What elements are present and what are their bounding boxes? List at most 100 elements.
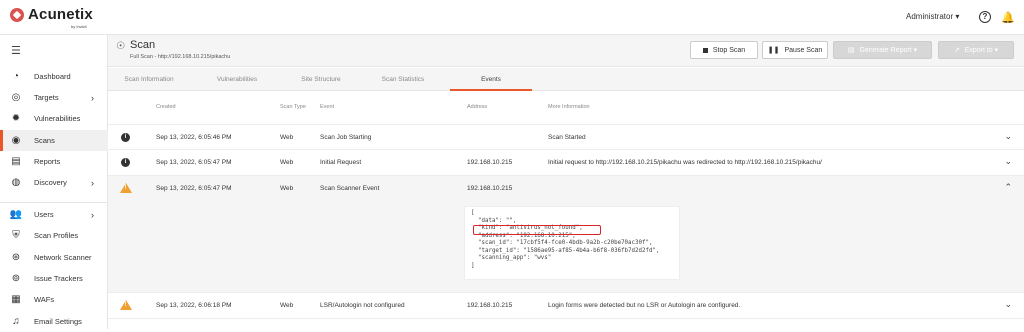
highlight-box: [473, 225, 601, 235]
chevron-down-icon[interactable]: ⌄: [1004, 131, 1012, 142]
tab-scan-statistics[interactable]: Scan Statistics: [362, 68, 444, 91]
logo-subtitle: by Invicti: [71, 24, 87, 29]
sidebar: ☰ ◔ Dashboard ◎ Targets › ✹ Vulnerabilit…: [0, 35, 108, 329]
sidebar-item-users[interactable]: 👥 Users ›: [0, 204, 108, 225]
pause-icon: ❚❚: [767, 47, 780, 54]
created-cell: Sep 13, 2022, 6:05:47 PM: [156, 159, 232, 166]
hamburger-menu-icon[interactable]: ☰: [11, 44, 21, 57]
sidebar-divider: [0, 202, 108, 203]
help-icon[interactable]: ?: [979, 11, 991, 23]
created-cell: Sep 13, 2022, 6:05:46 PM: [156, 134, 232, 141]
sidebar-item-label: Discovery: [34, 178, 67, 187]
event-details-json: [ "data": "", "kind": "antivirus_not_fou…: [464, 206, 680, 280]
chevron-down-icon[interactable]: ⌄: [1004, 299, 1012, 310]
table-row-expanded[interactable]: Sep 13, 2022, 6:05:47 PM Web Scan Scanne…: [108, 175, 1024, 292]
sidebar-item-scans[interactable]: ◉ Scans: [0, 130, 108, 151]
json-line: "scanning_app": "wvs": [471, 255, 552, 261]
events-table: Created Scan Type Event Address More Inf…: [108, 92, 1024, 329]
table-row: [108, 318, 1024, 329]
sidebar-item-label: WAFs: [34, 295, 55, 304]
warning-icon: [120, 183, 132, 193]
export-to-button[interactable]: ↗ Export to ▾: [938, 41, 1014, 59]
page-title: Scan: [130, 39, 156, 51]
sidebar-item-wafs[interactable]: ▦ WAFs: [0, 289, 108, 310]
column-header: Created: [156, 104, 176, 110]
sidebar-item-label: Scan Profiles: [34, 231, 79, 240]
address-cell: 192.168.10.215: [467, 302, 513, 309]
json-line: "scan_id": "17cbf5f4-fce0-4bdb-9a2b-c20b…: [471, 240, 653, 246]
target-icon: ◎: [11, 92, 21, 103]
pause-scan-button[interactable]: ❚❚ Pause Scan: [762, 41, 828, 59]
sidebar-item-scan-profiles[interactable]: ⛨ Scan Profiles: [0, 225, 108, 246]
scan-type-cell: Web: [280, 159, 294, 166]
sidebar-item-network-scanner[interactable]: ⊛ Network Scanner: [0, 247, 108, 268]
chevron-right-icon: ›: [91, 177, 94, 188]
created-cell: Sep 13, 2022, 6:05:47 PM: [156, 185, 232, 192]
info-icon: i: [121, 158, 130, 167]
info-icon: i: [121, 133, 130, 142]
json-line: [: [471, 210, 475, 216]
tab-site-structure[interactable]: Site Structure: [280, 68, 362, 91]
sidebar-item-label: Issue Trackers: [34, 274, 83, 283]
created-cell: Sep 13, 2022, 6:06:18 PM: [156, 302, 232, 309]
sidebar-item-dashboard[interactable]: ◔ Dashboard: [0, 66, 108, 87]
column-header: Event: [320, 104, 335, 110]
bell-icon[interactable]: 🔔: [1001, 11, 1015, 24]
chevron-right-icon: ›: [91, 209, 94, 220]
chevron-right-icon: ›: [91, 92, 94, 103]
sidebar-item-discovery[interactable]: ◍ Discovery ›: [0, 172, 108, 193]
sidebar-item-label: Users: [34, 210, 54, 219]
tab-vulnerabilities[interactable]: Vulnerabilities: [196, 68, 278, 91]
sidebar-item-issue-trackers[interactable]: ⊚ Issue Trackers: [0, 268, 108, 289]
user-menu[interactable]: Administrator ▾: [906, 12, 959, 21]
stop-scan-button[interactable]: Stop Scan: [690, 41, 758, 59]
json-line: "data": "",: [471, 217, 517, 224]
scan-icon: ☉: [116, 41, 125, 52]
address-cell: 192.168.10.215: [467, 185, 513, 192]
warning-icon: [120, 300, 132, 310]
event-cell: Scan Scanner Event: [320, 185, 380, 192]
scan-type-cell: Web: [280, 185, 294, 192]
chevron-up-icon[interactable]: ⌃: [1004, 182, 1012, 193]
column-header: Address: [467, 104, 488, 110]
dashboard-icon: ◔: [12, 71, 20, 82]
info-cell: Login forms were detected but no LSR or …: [548, 302, 741, 309]
sidebar-item-label: Targets: [34, 93, 59, 102]
tab-events[interactable]: Events: [450, 68, 532, 91]
bell-outline-icon: ♫: [12, 316, 20, 327]
report-icon: ▤: [11, 156, 21, 167]
tab-bar: Scan Information Vulnerabilities Site St…: [108, 68, 1024, 91]
sidebar-item-targets[interactable]: ◎ Targets ›: [0, 87, 108, 108]
sidebar-item-label: Vulnerabilities: [34, 114, 81, 123]
firewall-icon: ▦: [11, 294, 21, 305]
generate-report-button[interactable]: ▤ Generate Report ▾: [833, 41, 932, 59]
sidebar-item-vulnerabilities[interactable]: ✹ Vulnerabilities: [0, 108, 108, 129]
info-cell: Initial request to http://192.168.10.215…: [548, 159, 822, 166]
table-row[interactable]: Sep 13, 2022, 6:06:18 PM Web LSR/Autolog…: [108, 292, 1024, 318]
sidebar-item-label: Scans: [34, 136, 55, 145]
event-cell: LSR/Autologin not configured: [320, 302, 405, 309]
chevron-down-icon[interactable]: ⌄: [1004, 156, 1012, 167]
table-row[interactable]: i Sep 13, 2022, 6:05:47 PM Web Initial R…: [108, 149, 1024, 175]
address-cell: 192.168.10.215: [467, 159, 513, 166]
logo-text: Acunetix: [28, 6, 93, 23]
sidebar-item-label: Dashboard: [34, 72, 71, 81]
event-cell: Scan Job Starting: [320, 134, 372, 141]
event-cell: Initial Request: [320, 159, 362, 166]
page-subtitle: Full Scan - http://192.168.10.215/pikach…: [130, 54, 231, 60]
tab-scan-information[interactable]: Scan Information: [108, 68, 190, 91]
top-bar: Acunetix by Invicti Administrator ▾ ? 🔔: [0, 0, 1024, 35]
compass-icon: ◍: [11, 177, 21, 188]
bug-icon: ✹: [11, 113, 21, 124]
sidebar-item-reports[interactable]: ▤ Reports: [0, 151, 108, 172]
tracker-icon: ⊚: [11, 273, 21, 284]
column-header: More Information: [548, 104, 590, 110]
sidebar-item-label: Network Scanner: [34, 253, 92, 262]
export-icon: ↗: [953, 47, 960, 54]
report-icon: ▤: [847, 47, 855, 54]
scan-type-cell: Web: [280, 302, 294, 309]
radar-icon: ◉: [11, 135, 21, 146]
shield-icon: ⛨: [12, 230, 20, 241]
acunetix-logo[interactable]: Acunetix: [10, 6, 93, 23]
table-row[interactable]: i Sep 13, 2022, 6:05:46 PM Web Scan Job …: [108, 124, 1024, 149]
